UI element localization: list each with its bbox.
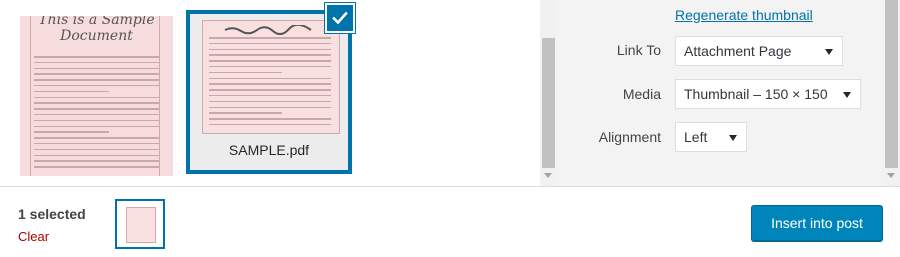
doc-text-line (209, 54, 331, 56)
doc-text-line (34, 84, 159, 87)
link-to-select[interactable]: Attachment Page (675, 36, 843, 66)
selected-checkmark-button[interactable] (325, 3, 355, 33)
doc-text-line (209, 89, 331, 91)
doc-text-line (209, 94, 331, 97)
doc-text-line (34, 148, 159, 151)
doc-text-line (34, 119, 159, 122)
doc-text-line (34, 56, 159, 58)
selected-attachment-thumbnail[interactable] (115, 199, 165, 249)
chevron-down-icon (729, 135, 737, 141)
doc-text-line (209, 65, 331, 68)
attachment-thumbnail-1[interactable]: This is a Sample Document (20, 16, 173, 176)
media-toolbar: 1 selected Clear Insert into post (0, 186, 900, 257)
details-scrollbar[interactable] (883, 0, 900, 186)
doc-text-lines (34, 56, 159, 172)
doc-title-line2: Document (60, 28, 133, 44)
doc-text-line (209, 60, 331, 62)
pdf-mini-preview (126, 207, 156, 243)
doc-text-line (34, 113, 159, 116)
doc-text-line (209, 123, 331, 126)
doc-text-line (209, 48, 331, 51)
doc-text-line (34, 79, 159, 81)
doc-text-line (209, 77, 331, 80)
doc-text-line (209, 112, 283, 114)
scrollbar-thumb[interactable] (885, 0, 898, 168)
doc-text-line (34, 73, 159, 75)
alignment-label: Alignment (598, 129, 661, 145)
media-size-select[interactable]: Thumbnail – 150 × 150 (675, 79, 861, 109)
attachment-display-settings: Regenerate thumbnail Link To Attachment … (557, 0, 883, 186)
media-grid: This is a Sample Document SAMPLE.pdf (0, 0, 540, 186)
insert-into-post-button[interactable]: Insert into post (751, 205, 883, 241)
media-size-value: Thumbnail – 150 × 150 (684, 86, 828, 102)
doc-text-line (34, 61, 159, 64)
doc-text-line (209, 83, 331, 85)
selection-count: 1 selected (18, 206, 86, 222)
doc-text-line (209, 106, 331, 109)
scribble-title (224, 25, 312, 35)
doc-text-line (34, 125, 159, 128)
doc-text-line (209, 42, 331, 45)
doc-text-line (34, 137, 159, 139)
doc-text-line (209, 118, 331, 120)
clear-selection-link[interactable]: Clear (18, 229, 49, 244)
scroll-down-arrow-icon[interactable] (544, 173, 552, 178)
doc-text-line (209, 37, 331, 39)
alignment-value: Left (684, 129, 708, 145)
doc-text-line (209, 71, 283, 74)
chevron-down-icon (825, 49, 833, 55)
regenerate-thumbnail-link[interactable]: Regenerate thumbnail (675, 7, 813, 23)
link-to-value: Attachment Page (684, 43, 792, 59)
doc-text-line (34, 166, 159, 168)
doc-text-line (34, 131, 109, 133)
pdf-preview (202, 20, 340, 134)
doc-text-line (34, 102, 159, 104)
doc-text-lines (209, 37, 331, 130)
doc-text-line (34, 160, 159, 162)
doc-title-line1: This is a Sample (38, 16, 155, 28)
alignment-select[interactable]: Left (675, 122, 747, 152)
media-size-label: Media (622, 86, 661, 102)
doc-text-line (34, 90, 109, 93)
scroll-down-arrow-icon[interactable] (887, 173, 895, 178)
checkmark-icon (332, 11, 348, 25)
attachment-item-sample-pdf[interactable]: SAMPLE.pdf (186, 10, 352, 174)
doc-text-line (34, 154, 159, 157)
doc-text-line (209, 100, 331, 103)
doc-text-line (34, 108, 159, 110)
attachment-filename: SAMPLE.pdf (228, 142, 310, 158)
doc-text-line (34, 67, 159, 70)
doc-text-line (34, 96, 159, 99)
doc-text-line (34, 142, 159, 145)
link-to-label: Link To (616, 42, 661, 58)
chevron-down-icon (843, 92, 851, 98)
